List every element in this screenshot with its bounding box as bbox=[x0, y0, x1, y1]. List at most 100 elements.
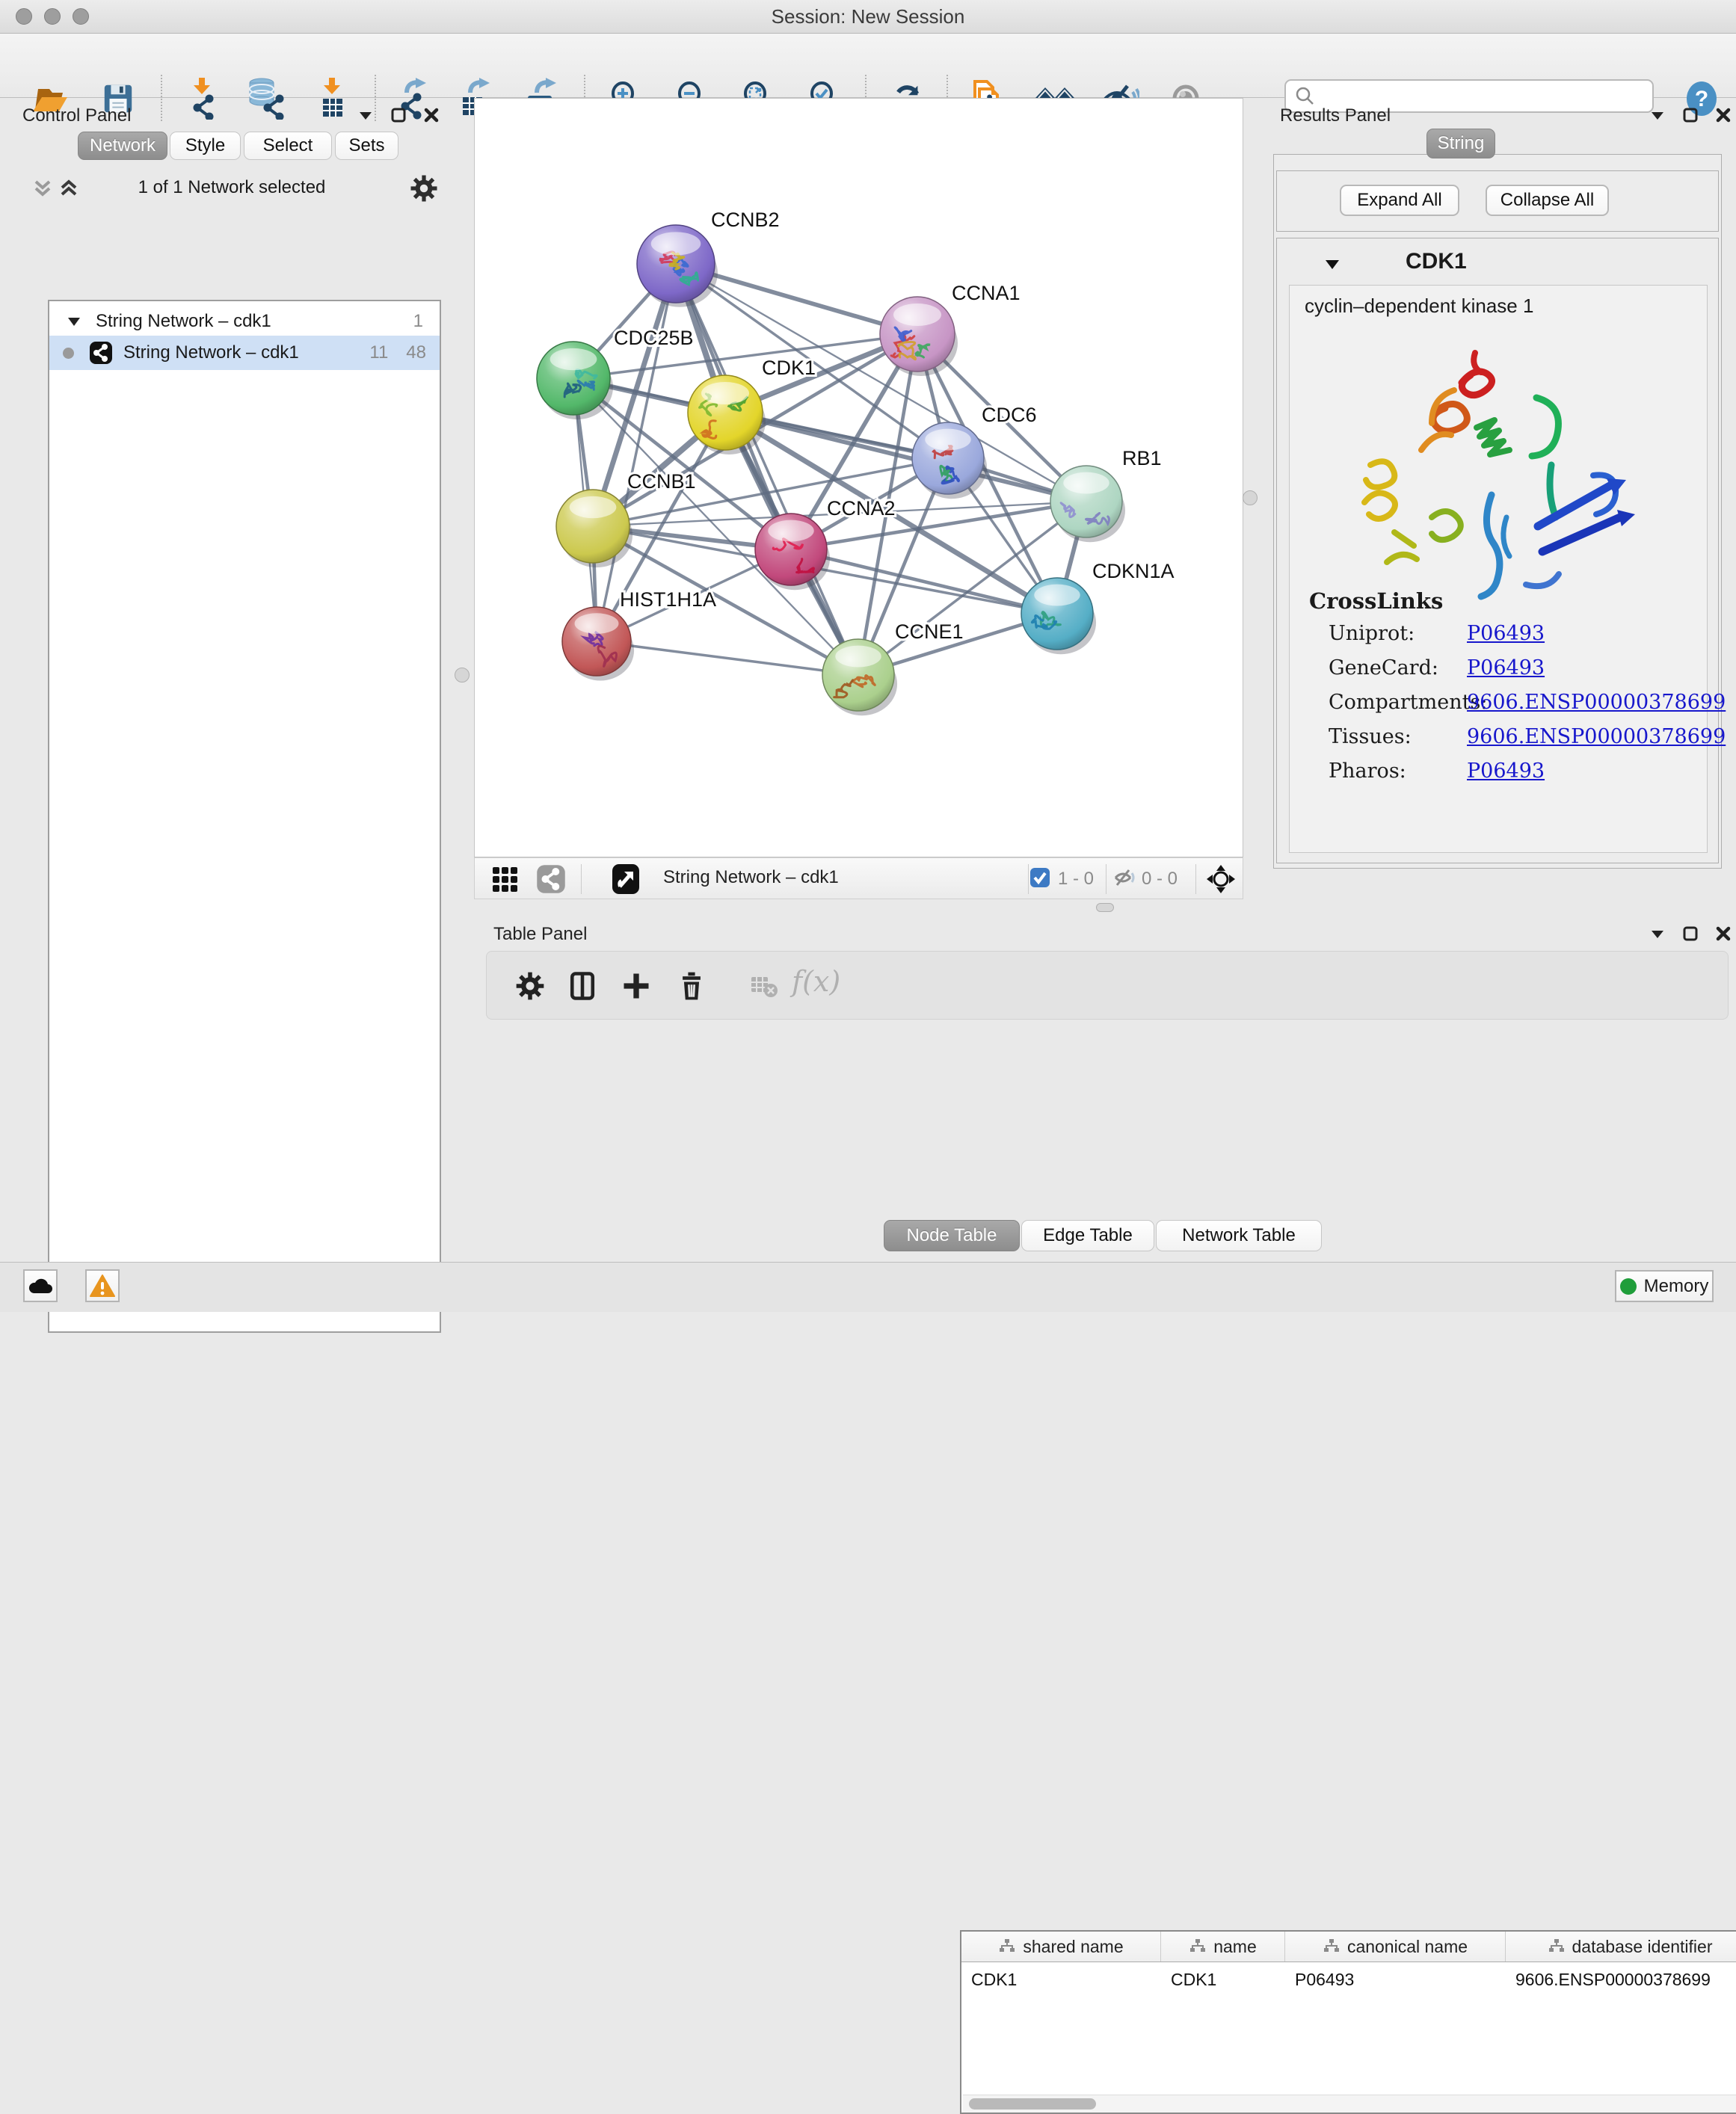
footer-separator bbox=[1028, 864, 1029, 894]
column-type-icon bbox=[998, 1938, 1016, 1955]
show-columns-icon[interactable] bbox=[566, 970, 599, 1002]
control-panel-float-icon[interactable] bbox=[390, 107, 407, 123]
tab-select[interactable]: Select bbox=[244, 132, 332, 160]
results-panel: Results Panel String Expand All Collapse… bbox=[1246, 98, 1736, 905]
selected-checkbox-icon[interactable] bbox=[1029, 867, 1050, 888]
node-label-CCNB1: CCNB1 bbox=[627, 470, 696, 493]
table-panel-collapse-icon[interactable] bbox=[1649, 925, 1666, 942]
collapse-all-button[interactable]: Collapse All bbox=[1486, 185, 1609, 216]
node-label-CCNA1: CCNA1 bbox=[952, 282, 1021, 304]
table-hscrollbar-thumb[interactable] bbox=[969, 2098, 1096, 2110]
node-label-RB1: RB1 bbox=[1122, 447, 1162, 469]
string-network-icon bbox=[89, 341, 113, 365]
table-panel-close-icon[interactable] bbox=[1715, 925, 1732, 942]
node-table[interactable]: shared name namecanonical name database id… bbox=[960, 1930, 1736, 2114]
network-status-dot-icon bbox=[63, 348, 74, 359]
network-node-CCNA1[interactable] bbox=[880, 297, 958, 376]
network-node-HIST1H1A[interactable] bbox=[562, 607, 634, 680]
table-cell[interactable]: CDK1 bbox=[1161, 1963, 1285, 1996]
column-header-label: database identifier bbox=[1572, 1937, 1713, 1957]
tree-collapse-icon[interactable] bbox=[66, 313, 82, 330]
network-edge-count: 48 bbox=[406, 342, 426, 363]
gene-description: cyclin–dependent kinase 1 bbox=[1305, 295, 1533, 318]
grid-view-icon[interactable] bbox=[491, 866, 518, 893]
crosslink-link-2[interactable]: 9606.ENSP00000378699 bbox=[1467, 691, 1726, 714]
network-edge-CCNB2-CCNE1[interactable] bbox=[676, 264, 858, 675]
crosslink-link-0[interactable]: P06493 bbox=[1467, 622, 1545, 645]
table-toolbar: f(x) bbox=[486, 951, 1729, 1020]
footer-separator bbox=[1195, 864, 1196, 894]
gene-details-box: cyclin–dependent kinase 1 bbox=[1289, 285, 1708, 853]
table-cell[interactable]: 9606.ENSP00000378699 bbox=[1506, 1963, 1736, 1996]
network-edge-HIST1H1A-CCNE1[interactable] bbox=[597, 641, 858, 675]
table-cell[interactable]: P06493 bbox=[1285, 1963, 1506, 1996]
table-hscrollbar[interactable] bbox=[963, 2095, 1736, 2113]
tab-sets[interactable]: Sets bbox=[335, 132, 398, 160]
network-collection-row[interactable]: String Network – cdk1 1 bbox=[49, 307, 440, 336]
cloud-button[interactable] bbox=[23, 1269, 58, 1302]
collapse-all-networks-icon[interactable] bbox=[30, 176, 55, 201]
network-node-CDC6[interactable] bbox=[912, 422, 987, 499]
tab-edge-table[interactable]: Edge Table bbox=[1021, 1220, 1154, 1251]
network-node-CDK1[interactable] bbox=[688, 375, 766, 454]
function-builder-icon: f(x) bbox=[792, 965, 840, 998]
control-panel-close-icon[interactable] bbox=[423, 107, 440, 123]
crosslink-link-4[interactable]: P06493 bbox=[1467, 759, 1545, 783]
network-edges bbox=[573, 264, 1086, 675]
window-title: Session: New Session bbox=[0, 5, 1736, 28]
network-canvas[interactable]: CCNB2CCNA1CDC25BCDK1CDC6RB1CCNB1CCNA2CDK… bbox=[474, 98, 1243, 857]
column-header-canonical-name[interactable]: canonical name bbox=[1285, 1932, 1506, 1962]
create-column-plus-icon[interactable] bbox=[620, 970, 653, 1002]
results-panel-collapse-icon[interactable] bbox=[1649, 107, 1666, 123]
table-cell[interactable]: CDK1 bbox=[961, 1963, 1161, 1996]
network-options-gear-icon[interactable] bbox=[408, 173, 440, 204]
results-panel-close-icon[interactable] bbox=[1715, 107, 1732, 123]
results-panel-title: Results Panel bbox=[1280, 105, 1391, 126]
network-view-toolbar: String Network – cdk1 1 - 0 0 - 0 bbox=[474, 857, 1243, 899]
titlebar: Session: New Session bbox=[0, 0, 1736, 34]
column-header-shared-name[interactable]: shared name bbox=[961, 1932, 1161, 1962]
network-node-CDKN1A[interactable] bbox=[1021, 578, 1096, 654]
fit-selected-crosshair-icon[interactable] bbox=[1206, 864, 1236, 894]
left-splitter-handle[interactable] bbox=[455, 668, 470, 682]
tab-network[interactable]: Network bbox=[78, 132, 167, 160]
crosslink-link-1[interactable]: P06493 bbox=[1467, 656, 1545, 680]
table-settings-gear-icon[interactable] bbox=[514, 970, 547, 1002]
table-panel-float-icon[interactable] bbox=[1682, 925, 1699, 942]
tab-style[interactable]: Style bbox=[170, 132, 241, 160]
footer-separator bbox=[581, 864, 582, 894]
crosslink-link-3[interactable]: 9606.ENSP00000378699 bbox=[1467, 725, 1726, 748]
network-node-CCNE1[interactable] bbox=[822, 639, 897, 715]
memory-button[interactable]: Memory bbox=[1615, 1270, 1714, 1302]
network-row[interactable]: String Network – cdk1 11 48 bbox=[49, 336, 440, 370]
column-header-name[interactable]: name bbox=[1161, 1932, 1285, 1962]
crosslink-label-1: GeneCard: bbox=[1329, 656, 1438, 680]
results-panel-float-icon[interactable] bbox=[1682, 107, 1699, 123]
tab-node-table[interactable]: Node Table bbox=[884, 1220, 1020, 1251]
network-view-share-icon[interactable] bbox=[536, 864, 566, 894]
birds-eye-view-icon[interactable] bbox=[611, 863, 641, 896]
delete-column-trash-icon[interactable] bbox=[675, 970, 708, 1002]
gene-collapse-icon[interactable] bbox=[1323, 255, 1341, 273]
expand-all-button[interactable]: Expand All bbox=[1340, 185, 1459, 216]
column-header-label: shared name bbox=[1023, 1937, 1123, 1957]
node-label-CCNB2: CCNB2 bbox=[711, 209, 780, 231]
tab-string[interactable]: String bbox=[1426, 129, 1495, 158]
expand-all-networks-icon[interactable] bbox=[56, 176, 81, 201]
column-header-database-identifier[interactable]: database identifier bbox=[1506, 1932, 1736, 1962]
network-node-RB1[interactable] bbox=[1050, 466, 1125, 542]
network-node-CDC25B[interactable] bbox=[537, 342, 613, 419]
network-tree: String Network – cdk1 1 String Network –… bbox=[48, 300, 441, 1333]
status-bar: Memory bbox=[0, 1262, 1736, 1312]
node-label-CCNA2: CCNA2 bbox=[827, 497, 896, 520]
network-edge-CCNB2-HIST1H1A[interactable] bbox=[597, 264, 676, 641]
tab-network-table[interactable]: Network Table bbox=[1156, 1220, 1322, 1251]
hidden-counts: 0 - 0 bbox=[1142, 869, 1178, 890]
collection-count: 1 bbox=[413, 311, 423, 332]
warning-button[interactable] bbox=[85, 1269, 120, 1302]
table-panel: Table Panel f(x) shared namenamecanonica… bbox=[474, 907, 1736, 1262]
hidden-eye-slash-icon[interactable] bbox=[1113, 867, 1136, 888]
gene-name: CDK1 bbox=[1406, 249, 1467, 274]
control-panel-collapse-icon[interactable] bbox=[357, 107, 374, 123]
cloud-icon bbox=[27, 1275, 54, 1296]
